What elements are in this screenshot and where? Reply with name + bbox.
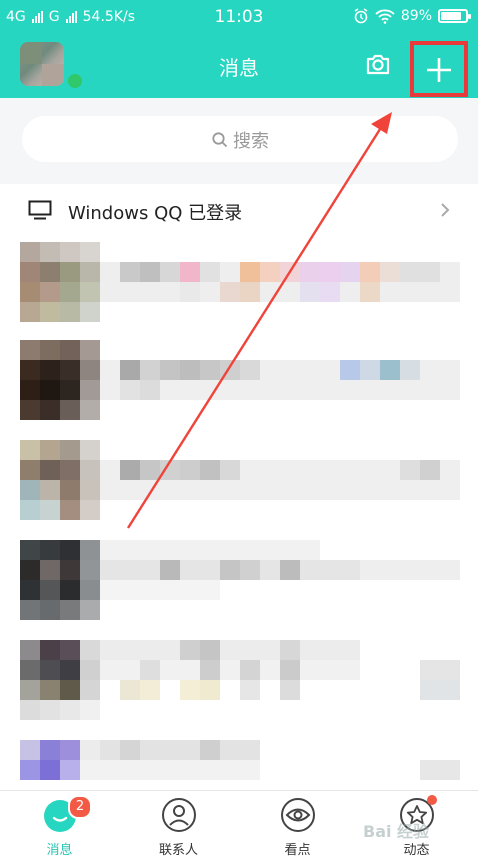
alarm-icon bbox=[354, 8, 368, 24]
list-item[interactable] bbox=[0, 340, 478, 440]
notification-dot bbox=[427, 795, 437, 805]
windows-login-text: Windows QQ 已登录 bbox=[68, 203, 243, 224]
page-title: 消息 bbox=[219, 56, 259, 80]
avatar bbox=[20, 540, 100, 620]
wifi-icon bbox=[375, 9, 395, 24]
chevron-right-icon bbox=[441, 203, 450, 217]
unread-badge: 2 bbox=[68, 795, 92, 819]
message-preview-blurred bbox=[100, 460, 460, 500]
tab-contacts[interactable]: 联系人 bbox=[119, 791, 238, 861]
message-preview-blurred bbox=[100, 262, 460, 302]
search-placeholder: 搜索 bbox=[233, 131, 269, 152]
message-preview-blurred bbox=[100, 540, 460, 600]
battery-percent: 89% bbox=[400, 8, 432, 24]
plus-icon bbox=[427, 58, 451, 82]
search-icon bbox=[212, 132, 228, 148]
watermark: Bai 经验 bbox=[363, 822, 430, 841]
top-bar: 4G G 54.5K/s 11:03 89% 消息 bbox=[0, 0, 478, 98]
tab-label: 联系人 bbox=[158, 843, 198, 858]
windows-login-row[interactable]: Windows QQ 已登录 bbox=[0, 184, 478, 238]
tab-label: 看点 bbox=[284, 843, 311, 858]
avatar bbox=[20, 440, 100, 520]
contacts-icon bbox=[162, 798, 196, 832]
avatar bbox=[20, 640, 100, 720]
list-item[interactable] bbox=[0, 440, 478, 540]
battery-icon bbox=[438, 9, 471, 23]
tab-label: 消息 bbox=[46, 843, 73, 858]
eye-icon bbox=[281, 798, 315, 832]
avatar bbox=[20, 242, 100, 322]
search-input[interactable]: 搜索 bbox=[22, 116, 458, 162]
list-item[interactable] bbox=[0, 540, 478, 640]
list-item[interactable] bbox=[0, 242, 478, 342]
camera-icon[interactable] bbox=[364, 50, 392, 78]
monitor-icon bbox=[28, 200, 52, 220]
navbar: 消息 bbox=[0, 34, 478, 98]
tab-messages[interactable]: 2 消息 bbox=[0, 791, 119, 861]
status-bar: 4G G 54.5K/s 11:03 89% bbox=[0, 0, 478, 34]
status-right: 89% bbox=[353, 8, 471, 24]
add-button[interactable] bbox=[410, 41, 468, 97]
list-item[interactable] bbox=[0, 640, 478, 740]
message-preview-blurred bbox=[100, 360, 460, 400]
search-section: 搜索 bbox=[0, 98, 478, 184]
tab-watch[interactable]: 看点 bbox=[238, 791, 357, 861]
message-preview-blurred bbox=[100, 640, 460, 700]
avatar bbox=[20, 340, 100, 420]
